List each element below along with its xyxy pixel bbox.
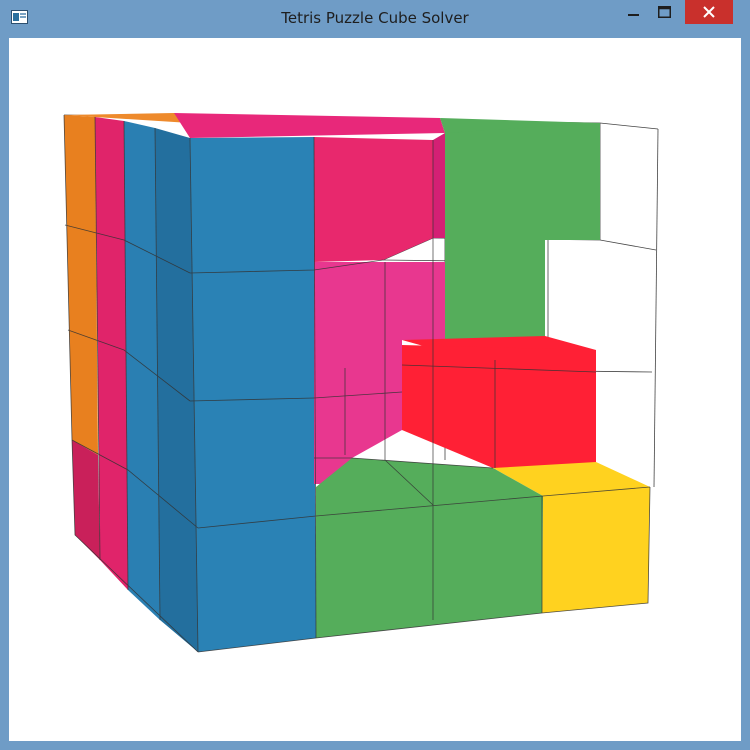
piece-orange-lower bbox=[72, 440, 100, 560]
piece-blue-front bbox=[190, 137, 316, 652]
piece-crimson bbox=[95, 117, 128, 590]
piece-orange bbox=[64, 115, 98, 455]
minimize-button[interactable] bbox=[620, 0, 648, 24]
piece-red-front bbox=[402, 345, 596, 470]
close-icon bbox=[703, 6, 715, 18]
maximize-icon bbox=[657, 6, 671, 18]
piece-yellow-front bbox=[542, 487, 650, 613]
close-button[interactable] bbox=[685, 0, 733, 24]
piece-pink-side bbox=[433, 133, 445, 238]
app-window: Tetris Puzzle Cube Solver bbox=[0, 0, 750, 750]
piece-green-top bbox=[445, 123, 600, 340]
puzzle-cube bbox=[63, 113, 659, 653]
minimize-icon bbox=[628, 14, 639, 16]
3d-cube-viewport[interactable] bbox=[9, 38, 741, 741]
piece-pink-front bbox=[314, 137, 433, 262]
viewport[interactable] bbox=[9, 38, 741, 741]
top-pink bbox=[174, 113, 445, 138]
piece-blue-left bbox=[124, 121, 160, 620]
maximize-button[interactable] bbox=[650, 0, 678, 24]
title-bar[interactable]: Tetris Puzzle Cube Solver bbox=[0, 0, 750, 38]
